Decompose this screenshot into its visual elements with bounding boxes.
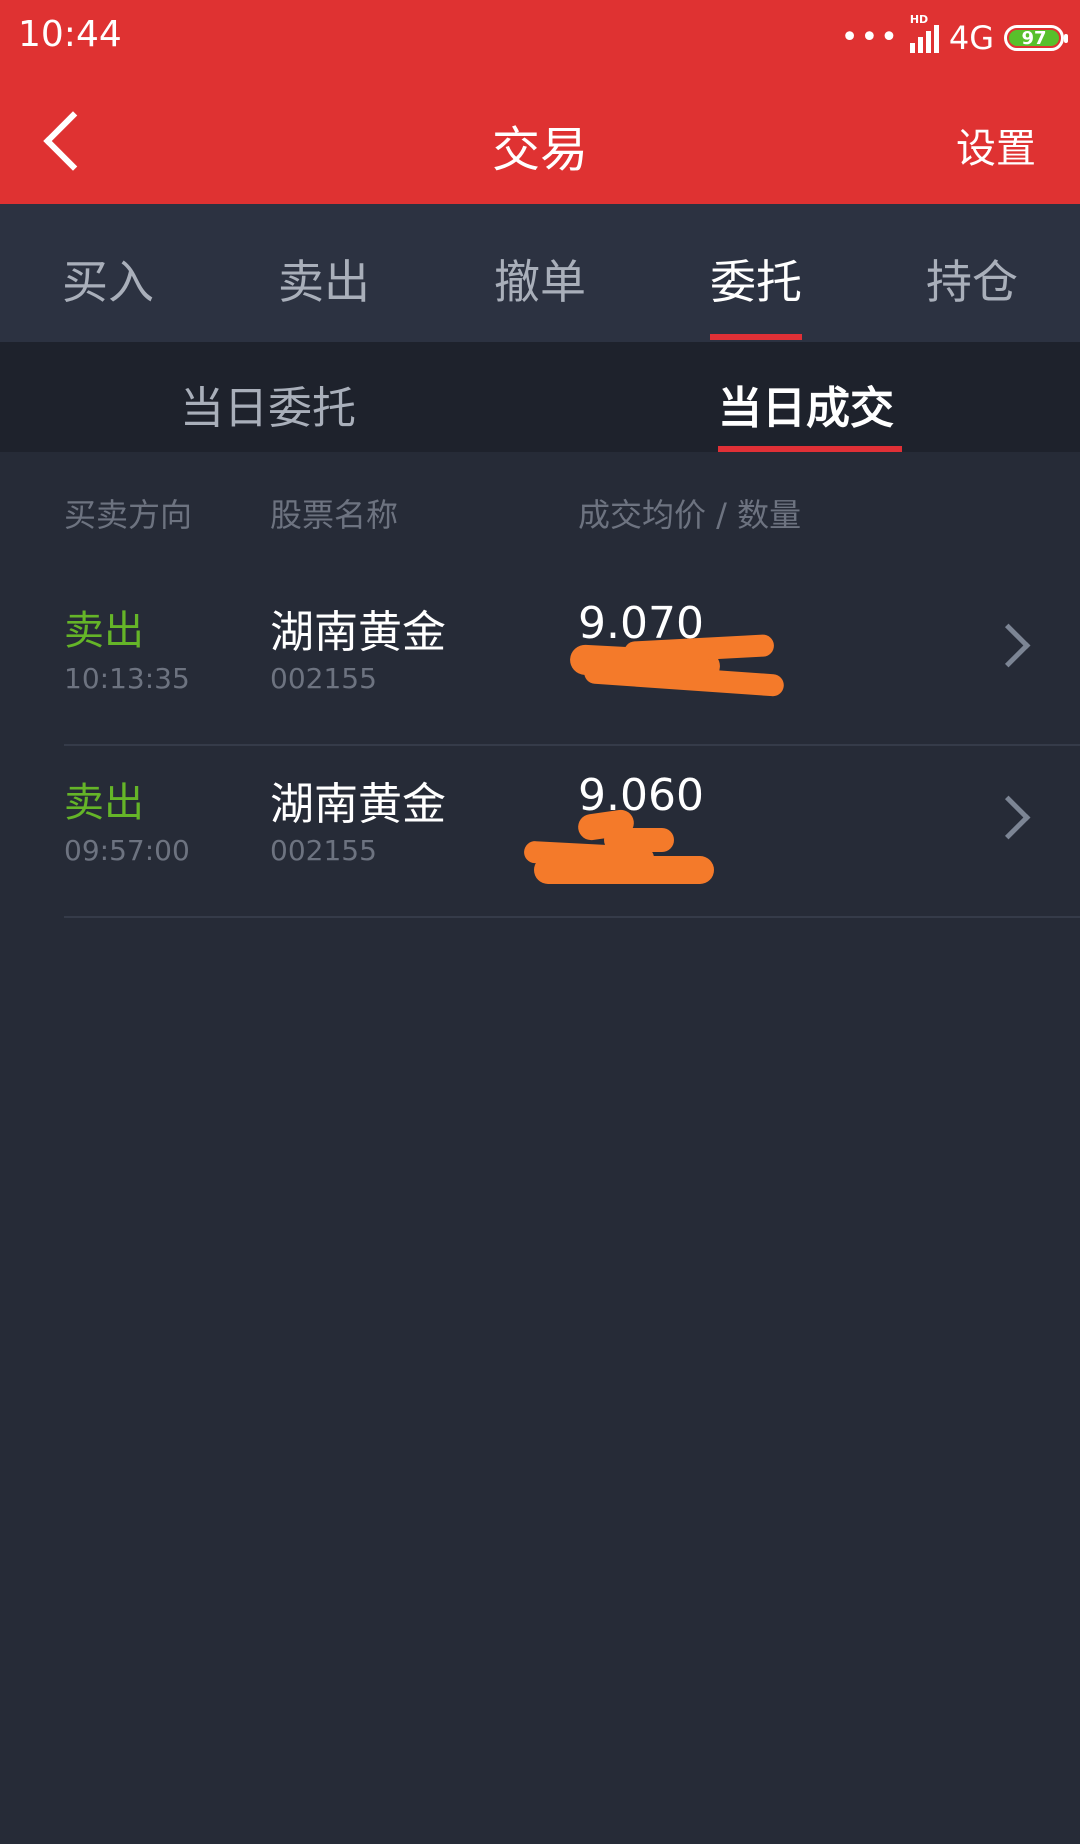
status-bar: 10:44 ••• HD 4G 97 xyxy=(0,0,1080,76)
subtab-today-orders[interactable]: 当日委托 xyxy=(180,372,356,436)
tab-positions[interactable]: 持仓 xyxy=(912,246,1032,312)
trade-tabs: 买入 卖出 撤单 委托 持仓 xyxy=(0,204,1080,342)
tab-sell[interactable]: 卖出 xyxy=(264,246,384,312)
app-header: 交易 设置 xyxy=(0,76,1080,204)
trade-direction: 卖出 xyxy=(64,608,144,654)
chevron-right-icon xyxy=(986,623,1031,668)
tab-orders[interactable]: 委托 xyxy=(696,246,816,312)
stock-name: 湖南黄金 xyxy=(270,779,446,830)
more-dots-icon: ••• xyxy=(840,20,900,55)
battery-level: 97 xyxy=(1009,30,1059,48)
chevron-right-icon xyxy=(986,795,1031,840)
stock-name: 湖南黄金 xyxy=(270,607,446,658)
redaction-scribble xyxy=(534,856,714,884)
status-time: 10:44 xyxy=(18,14,122,55)
column-header-direction: 买卖方向 xyxy=(64,496,193,534)
column-header-price-quantity: 成交均价 / 数量 xyxy=(578,496,802,534)
active-subtab-indicator xyxy=(718,446,902,452)
hd-label: HD xyxy=(909,13,929,26)
stock-code: 002155 xyxy=(270,662,377,695)
stock-code: 002155 xyxy=(270,834,377,867)
order-subtabs: 当日委托 当日成交 xyxy=(0,342,1080,452)
battery-icon: 97 xyxy=(1004,25,1068,51)
status-icons: ••• HD 4G 97 xyxy=(840,13,1068,58)
trade-row[interactable]: 卖出 09:57:00 湖南黄金 002155 9.060 xyxy=(64,744,1080,918)
settings-button[interactable]: 设置 xyxy=(956,116,1036,174)
network-type: 4G xyxy=(948,19,994,57)
trade-time: 09:57:00 xyxy=(64,834,190,867)
column-header-stock-name: 股票名称 xyxy=(270,496,399,534)
page-title: 交易 xyxy=(491,122,588,178)
trade-row[interactable]: 卖出 10:13:35 湖南黄金 002155 9.070 xyxy=(64,572,1080,746)
tab-buy[interactable]: 买入 xyxy=(48,246,168,312)
tab-cancel-order[interactable]: 撤单 xyxy=(480,246,600,312)
trade-time: 10:13:35 xyxy=(64,662,190,695)
subtab-today-trades[interactable]: 当日成交 xyxy=(718,372,894,436)
trade-direction: 卖出 xyxy=(64,780,144,826)
signal-icon: HD xyxy=(909,13,939,53)
active-tab-indicator xyxy=(710,334,802,340)
